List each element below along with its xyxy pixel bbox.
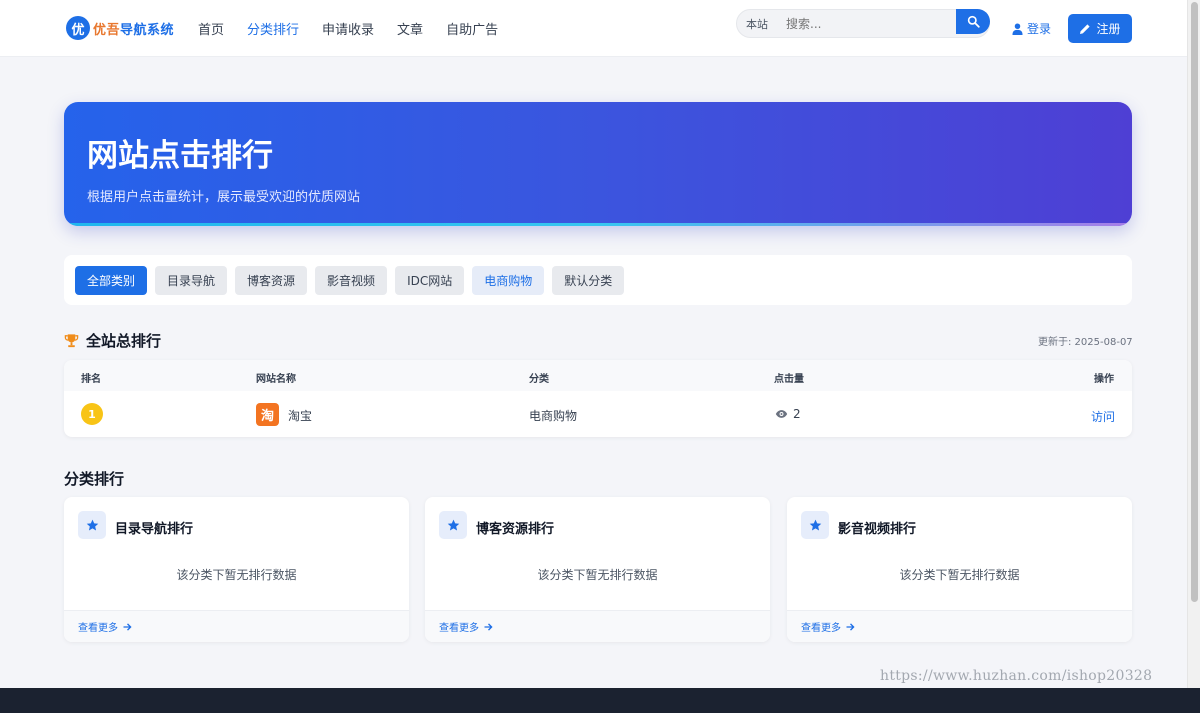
updated-date: 更新于: 2025-08-07	[1038, 337, 1133, 348]
arrow-right-icon	[123, 622, 132, 631]
view-more-link[interactable]: 查看更多	[787, 610, 1132, 642]
logo-badge: 优	[66, 16, 90, 40]
category-filter-bar: 全部类别 目录导航 博客资源 影音视频 IDC网站 电商购物 默认分类	[64, 255, 1132, 305]
search-button[interactable]	[956, 9, 990, 34]
login-label: 登录	[1027, 22, 1052, 36]
star-icon	[78, 511, 106, 539]
col-category: 分类	[529, 374, 549, 385]
card-empty-message: 该分类下暂无排行数据	[899, 568, 1020, 582]
category-ranking-heading: 分类排行	[64, 468, 124, 489]
filter-chip-blog[interactable]: 博客资源	[235, 265, 308, 295]
overall-ranking-title: 全站总排行	[86, 332, 162, 350]
register-button[interactable]: 注册	[1068, 14, 1132, 43]
table-row: 1 淘 淘宝 电商购物 2 访问	[64, 391, 1132, 437]
user-icon	[1012, 23, 1023, 35]
filter-chip-directory[interactable]: 目录导航	[155, 265, 228, 295]
search-input[interactable]	[786, 16, 946, 31]
page-subtitle: 根据用户点击量统计，展示最受欢迎的优质网站	[87, 190, 361, 205]
card-empty-message: 该分类下暂无排行数据	[537, 568, 658, 582]
logo-text-part-a: 优吾	[93, 22, 121, 38]
login-link[interactable]: 登录	[1012, 20, 1051, 37]
star-icon	[801, 511, 829, 539]
search-box: 本站	[736, 9, 990, 38]
category-card-blog: 博客资源排行 该分类下暂无排行数据 查看更多	[425, 497, 770, 642]
filter-chip-video[interactable]: 影音视频	[315, 265, 388, 295]
card-title: 目录导航排行	[115, 522, 194, 537]
overall-ranking-heading: 全站总排行	[64, 330, 161, 351]
trophy-icon	[64, 334, 79, 348]
filter-chip-idc[interactable]: IDC网站	[395, 265, 465, 295]
view-more-link[interactable]: 查看更多	[64, 610, 409, 642]
category-ranking-title: 分类排行	[64, 470, 125, 488]
ranking-table: 排名 网站名称 分类 点击量 操作 1 淘 淘宝 电商购物 2 访问	[64, 360, 1132, 437]
view-more-label: 查看更多	[439, 623, 479, 634]
page-footer	[0, 688, 1200, 713]
card-title: 影音视频排行	[838, 522, 917, 537]
site-logo[interactable]: 优 优吾导航系统	[66, 16, 174, 40]
search-scope-select[interactable]: 本站	[746, 16, 786, 32]
watermark: https://www.huzhan.com/ishop20328	[880, 668, 1153, 684]
col-clicks: 点击量	[774, 374, 804, 385]
filter-chip-default[interactable]: 默认分类	[552, 265, 625, 295]
search-icon	[967, 15, 980, 28]
card-empty-message: 该分类下暂无排行数据	[176, 568, 297, 582]
col-rank: 排名	[81, 374, 101, 385]
table-header: 排名 网站名称 分类 点击量 操作	[64, 360, 1132, 391]
col-site-name: 网站名称	[256, 374, 296, 385]
click-count: 2	[793, 407, 801, 421]
nav-category-ranking[interactable]: 分类排行	[247, 19, 299, 38]
view-more-label: 查看更多	[801, 623, 841, 634]
nav-articles[interactable]: 文章	[397, 19, 423, 38]
eye-icon	[775, 408, 788, 422]
col-action: 操作	[1094, 374, 1114, 385]
top-header: 优 优吾导航系统 首页 分类排行 申请收录 文章 自助广告 本站 登录 注册	[0, 0, 1200, 57]
taobao-icon: 淘	[256, 403, 279, 426]
rank-badge: 1	[81, 403, 103, 425]
scrollbar-thumb[interactable]	[1191, 2, 1198, 602]
card-title: 博客资源排行	[476, 522, 555, 537]
star-icon	[439, 511, 467, 539]
nav-self-ads[interactable]: 自助广告	[446, 19, 498, 38]
arrow-right-icon	[484, 622, 493, 631]
main-nav: 首页 分类排行 申请收录 文章 自助广告	[198, 19, 521, 38]
view-more-label: 查看更多	[78, 623, 118, 634]
vertical-scrollbar[interactable]	[1187, 0, 1200, 688]
filter-chip-all[interactable]: 全部类别	[75, 265, 148, 295]
pencil-icon	[1080, 23, 1091, 34]
site-category: 电商购物	[529, 409, 578, 423]
site-name[interactable]: 淘宝	[288, 407, 312, 424]
logo-text: 优吾导航系统	[93, 19, 174, 38]
arrow-right-icon	[846, 622, 855, 631]
filter-chip-ecommerce[interactable]: 电商购物	[472, 265, 545, 295]
nav-home[interactable]: 首页	[198, 19, 224, 38]
nav-apply-listing[interactable]: 申请收录	[322, 19, 374, 38]
category-card-video: 影音视频排行 该分类下暂无排行数据 查看更多	[787, 497, 1132, 642]
hero-banner: 网站点击排行 根据用户点击量统计，展示最受欢迎的优质网站	[64, 102, 1132, 226]
view-more-link[interactable]: 查看更多	[425, 610, 770, 642]
category-card-directory: 目录导航排行 该分类下暂无排行数据 查看更多	[64, 497, 409, 642]
register-label: 注册	[1096, 22, 1121, 36]
page-title: 网站点击排行	[87, 138, 273, 174]
logo-text-part-b: 导航系统	[120, 22, 175, 38]
visit-link[interactable]: 访问	[1091, 408, 1115, 425]
